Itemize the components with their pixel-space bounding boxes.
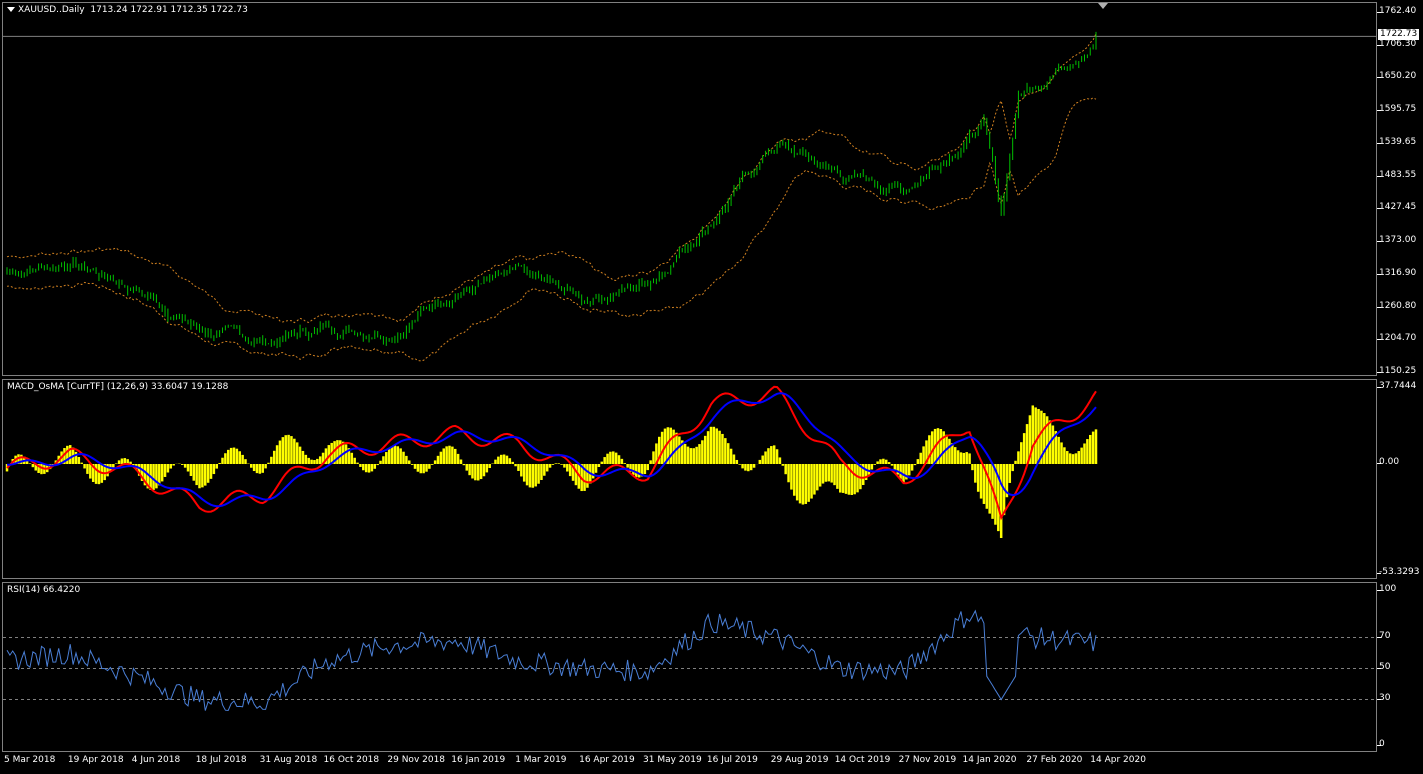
macd-axis: 37.7444 0.00 -53.3293 [1377, 379, 1423, 579]
macd-chart [5, 385, 1098, 538]
time-tick-label: 14 Jan 2020 [962, 755, 1017, 765]
rsi-tick-label: 70 [1379, 630, 1391, 641]
price-tick-label: 1762.40 [1379, 6, 1417, 16]
chart-header: XAUUSD..Daily 1713.24 1722.91 1712.35 17… [7, 5, 248, 15]
time-tick-label: 5 Mar 2018 [4, 755, 56, 765]
price-tick-label: 1706.30 [1379, 38, 1417, 49]
macd-main-line [6, 385, 1097, 521]
rsi-chart [3, 609, 1376, 712]
time-axis: 5 Mar 2018 19 Apr 2018 4 Jun 2018 18 Jul 20… [0, 752, 1377, 774]
time-tick-label: 16 Oct 2018 [323, 755, 380, 765]
time-tick-label: 29 Aug 2019 [770, 755, 829, 765]
time-tick-label: 19 Apr 2018 [67, 755, 124, 765]
price-tick-label: 1427.45 [1379, 202, 1417, 213]
rsi-tick-label: 30 [1379, 692, 1391, 703]
rsi-tick-label: 0 [1379, 739, 1385, 749]
price-tick-label: 1539.65 [1379, 136, 1417, 147]
rsi-tick-label: 50 [1379, 661, 1391, 672]
price-chart-pane[interactable]: XAUUSD..Daily 1713.24 1722.91 1712.35 17… [2, 2, 1377, 376]
time-tick-label: 31 Aug 2018 [259, 755, 318, 765]
price-chart [3, 3, 1376, 362]
time-tick-label: 16 Jan 2019 [451, 755, 506, 765]
rsi-line [6, 609, 1097, 712]
time-tick-label: 18 Jul 2018 [195, 755, 247, 765]
price-axis: 1762.40 1706.30 1650.20 1595.75 1539.65 1483.… [1377, 2, 1423, 376]
symbol-title: XAUUSD..Daily [18, 5, 85, 15]
time-tick-label: 27 Nov 2019 [898, 755, 957, 765]
current-price-label: 1722.73 [1378, 29, 1420, 40]
dropdown-triangle-icon[interactable] [7, 7, 15, 12]
rsi-tick-label: 100 [1379, 584, 1397, 594]
price-tick-label: 1595.75 [1379, 104, 1417, 115]
price-tick-label: 1204.70 [1379, 333, 1417, 344]
rsi-title: RSI(14) 66.4220 [7, 585, 81, 595]
price-tick-label: 1150.25 [1379, 366, 1417, 376]
time-tick-label: 16 Jul 2019 [706, 755, 758, 765]
time-tick-label: 31 May 2019 [643, 755, 702, 765]
ohlc-values: 1713.24 1722.91 1712.35 1722.73 [90, 5, 248, 15]
macd-title: MACD_OsMA [CurrTF] (12,26,9) 33.6047 19.… [7, 382, 229, 392]
time-tick-label: 16 Apr 2019 [579, 755, 635, 765]
time-tick-label: 1 Mar 2019 [515, 755, 567, 765]
price-tick-label: 1373.00 [1379, 235, 1417, 246]
envelope-lower-band [6, 97, 1097, 362]
time-tick-label: 4 Jun 2018 [131, 755, 181, 765]
price-tick-label: 1650.20 [1379, 71, 1417, 82]
price-tick-label: 1316.90 [1379, 267, 1417, 278]
rsi-axis: 100 70 50 30 0 [1377, 582, 1423, 752]
envelope-upper-band [6, 33, 1097, 324]
macd-pane[interactable]: MACD_OsMA [CurrTF] (12,26,9) 33.6047 19.… [2, 379, 1377, 579]
chart-shift-marker-icon [1098, 3, 1108, 9]
time-tick-label: 27 Feb 2020 [1026, 755, 1083, 765]
price-tick-label: 1260.80 [1379, 300, 1417, 311]
time-tick-label: 14 Oct 2019 [834, 755, 891, 765]
time-tick-label: 14 Apr 2020 [1090, 755, 1146, 765]
price-tick-label: 1483.55 [1379, 169, 1417, 180]
macd-tick-label: -53.3293 [1379, 567, 1420, 577]
macd-tick-label: 0.00 [1379, 457, 1400, 467]
time-tick-label: 29 Nov 2018 [387, 755, 446, 765]
macd-tick-label: 37.7444 [1379, 381, 1417, 391]
rsi-pane[interactable]: RSI(14) 66.4220 [2, 582, 1377, 752]
